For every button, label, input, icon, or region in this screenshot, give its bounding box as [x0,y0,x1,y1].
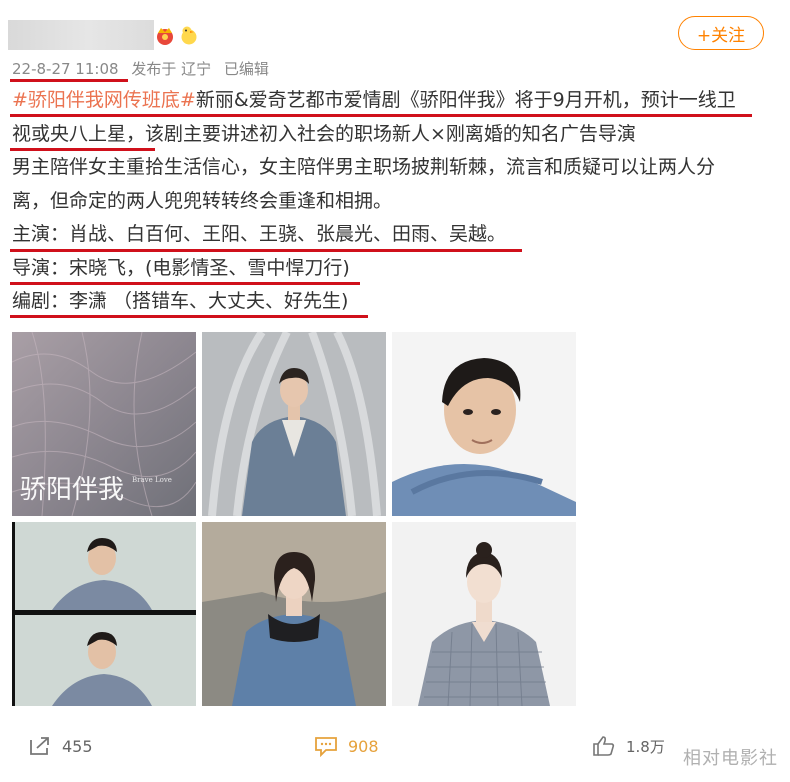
duck-badge-icon [181,26,197,45]
poster-subtitle: Brave Love [132,476,172,484]
actress-scarf-photo[interactable] [202,522,386,706]
poster-image[interactable]: 骄阳伴我 Brave Love [12,332,196,516]
hashtag-link[interactable]: #骄阳伴我网传班底# [12,89,196,111]
underline-writer [10,315,368,318]
like-action[interactable]: 1.8万 [592,728,665,764]
crown-badge-icon [157,28,173,45]
underline-line-2 [10,148,155,151]
underline-line-1 [10,114,752,117]
comment-count: 908 [348,736,379,756]
underline-director [10,282,360,285]
post-edited-label[interactable]: 已编辑 [224,60,269,78]
comment-action[interactable]: 908 [314,728,379,764]
content-line: 男主陪伴女主重拾生活信心，女主陪伴男主职场披荆斩棘，流言和质疑可以让两人分 [12,156,716,178]
post-meta: 22-8-27 11:08 发布于 辽宁 已编辑 [12,58,277,79]
underline-cast [10,249,522,252]
comment-icon [315,737,337,757]
content-text: 新丽&爱奇艺都市爱情剧《骄阳伴我》将于9月开机，预计一线卫 [195,89,736,111]
content-line: #骄阳伴我网传班底#新丽&爱奇艺都市爱情剧《骄阳伴我》将于9月开机，预计一线卫 [12,84,772,118]
actress-plaid-photo[interactable] [392,522,576,706]
underline-timestamp [10,79,128,82]
actor-suit-photo[interactable] [202,332,386,516]
content-line-director: 导演：宋晓飞，(电影情圣、雪中悍刀行) [12,256,350,279]
repost-icon [30,737,49,755]
post-timestamp[interactable]: 22-8-27 11:08 [12,60,119,78]
poster-title: 骄阳伴我 [20,475,124,505]
repost-action[interactable]: 455 [28,728,93,764]
username-blurred[interactable] [8,20,154,50]
content-line: 离，但命定的两人兜兜转转终会重逢和相拥。 [12,189,393,212]
actor-split-frame-photo[interactable] [12,522,196,706]
post-source: 发布于 辽宁 [131,60,212,78]
follow-button[interactable]: +关注 [678,16,764,50]
content-line-cast: 主演：肖战、白百何、王阳、王骁、张晨光、田雨、吴越。 [12,223,507,245]
like-count: 1.8万 [626,737,665,756]
thumbs-up-icon [593,736,615,756]
watermark: 相对电影社 [683,748,778,769]
repost-count: 455 [62,736,93,756]
content-line: 视或央八上星，该剧主要讲述初入社会的职场新人×刚离婚的知名广告导演 [12,122,636,145]
content-line-writer: 编剧：李潇 （搭错车、大丈夫、好先生) [12,290,349,312]
actor-closeup-photo[interactable] [392,332,576,516]
